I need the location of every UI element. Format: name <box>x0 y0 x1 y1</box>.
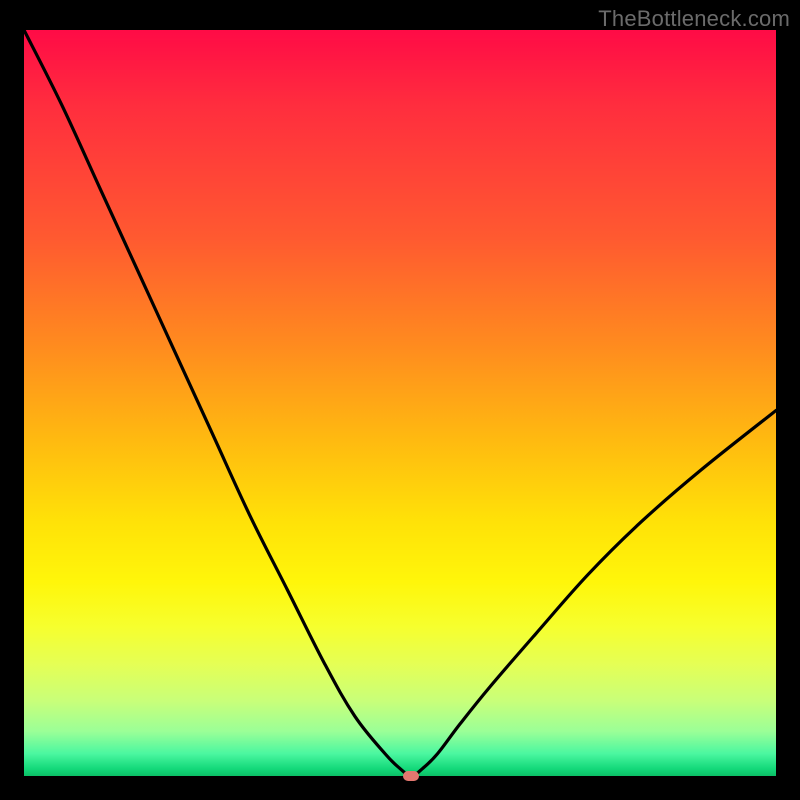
watermark-text: TheBottleneck.com <box>598 6 790 32</box>
minimum-marker <box>403 771 419 781</box>
curve-path <box>24 30 776 776</box>
bottleneck-curve <box>24 30 776 776</box>
plot-area <box>24 30 776 776</box>
chart-stage: TheBottleneck.com <box>0 0 800 800</box>
